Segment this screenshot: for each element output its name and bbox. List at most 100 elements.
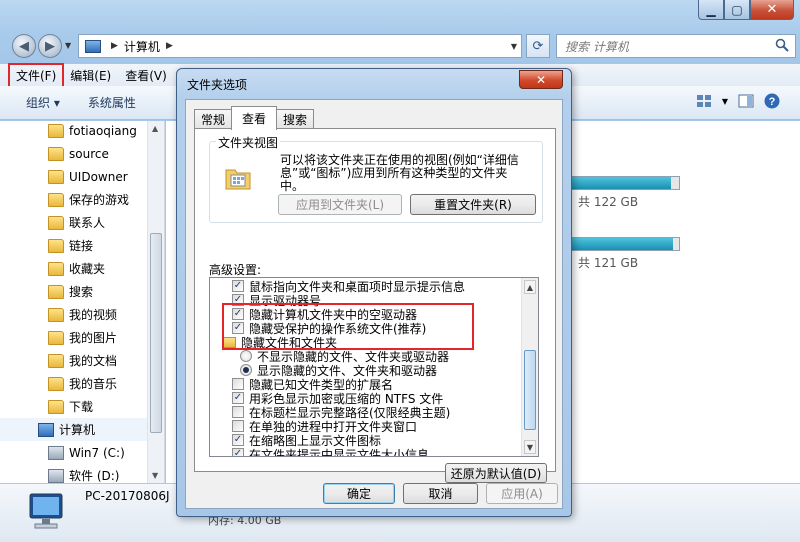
- sidebar-item-computer[interactable]: 计算机: [0, 418, 164, 441]
- ok-button[interactable]: 确定: [323, 483, 395, 504]
- checkbox[interactable]: ✓: [232, 294, 244, 306]
- checkbox[interactable]: [232, 420, 244, 432]
- computer-icon: [38, 422, 54, 437]
- sidebar-item[interactable]: fotiaoqiang: [0, 121, 164, 142]
- system-properties-button[interactable]: 系统属性: [88, 94, 136, 111]
- refresh-icon: ⟳: [532, 38, 544, 54]
- navigation-pane-scrollbar[interactable]: ▲ ▼: [147, 121, 164, 483]
- sidebar-item[interactable]: source: [0, 142, 164, 165]
- drive-d-usage-bar: [566, 237, 680, 251]
- checkbox[interactable]: ✓: [232, 280, 244, 292]
- recent-pages-dropdown[interactable]: ▼: [65, 41, 71, 50]
- drive-c-usage-bar: [566, 176, 680, 190]
- apply-button[interactable]: 应用(A): [486, 483, 558, 504]
- radio-button[interactable]: [240, 350, 252, 362]
- sidebar-item-drive-c[interactable]: Win7 (C:): [0, 441, 164, 464]
- tab-general[interactable]: 常规: [194, 109, 233, 129]
- sidebar-item-label: source: [69, 146, 109, 161]
- sidebar-item[interactable]: 搜索: [0, 280, 164, 303]
- preview-pane-icon[interactable]: [738, 93, 754, 109]
- scroll-down-icon[interactable]: ▼: [524, 440, 536, 454]
- restore-defaults-button[interactable]: 还原为默认值(D): [445, 463, 547, 483]
- sidebar-item[interactable]: 下载: [0, 395, 164, 418]
- address-location[interactable]: 计算机: [124, 38, 160, 55]
- checkbox[interactable]: ✓: [232, 322, 244, 334]
- videos-folder-icon: [48, 307, 64, 322]
- sidebar-item-label: fotiaoqiang: [69, 123, 137, 138]
- scroll-up-icon[interactable]: ▲: [524, 280, 536, 294]
- drive-c-size: 共 122 GB: [578, 195, 639, 209]
- computer-large-icon: [29, 493, 63, 529]
- folder-icon: [222, 336, 236, 348]
- checkbox[interactable]: ✓: [232, 392, 244, 404]
- maximize-button[interactable]: ▢: [724, 0, 750, 20]
- checkbox[interactable]: [232, 378, 244, 390]
- drive-d-size: 共 121 GB: [578, 256, 639, 270]
- checkbox[interactable]: [232, 406, 244, 418]
- minimize-button[interactable]: ▁: [698, 0, 724, 20]
- organize-button[interactable]: 组织 ▾: [26, 94, 60, 111]
- contacts-folder-icon: [48, 215, 64, 230]
- cancel-button[interactable]: 取消: [403, 483, 478, 504]
- sidebar-item[interactable]: 收藏夹: [0, 257, 164, 280]
- sidebar-item-label: 保存的游戏: [69, 193, 130, 207]
- search-input[interactable]: 搜索 计算机: [556, 34, 796, 58]
- sidebar-item[interactable]: 保存的游戏: [0, 188, 164, 211]
- checkbox[interactable]: ✓: [232, 448, 244, 456]
- sidebar-item[interactable]: 联系人: [0, 211, 164, 234]
- address-dropdown-icon[interactable]: ▼: [511, 42, 517, 51]
- dialog-close-button[interactable]: ✕: [519, 70, 563, 89]
- sidebar-item-label: UIDowner: [69, 169, 128, 184]
- scroll-up-icon[interactable]: ▲: [152, 124, 158, 133]
- radio-button[interactable]: [240, 364, 252, 376]
- sidebar-item[interactable]: 我的视频: [0, 303, 164, 326]
- sidebar-item-drive-d[interactable]: 软件 (D:): [0, 464, 164, 483]
- folder-views-description: 可以将该文件夹正在使用的视图(例如“详细信息”或“图标”)应用到所有这种类型的文…: [280, 153, 519, 193]
- tab-view[interactable]: 查看: [231, 106, 278, 130]
- downloads-folder-icon: [48, 399, 64, 414]
- refresh-button[interactable]: ⟳: [526, 34, 550, 58]
- sidebar-item-label: 我的视频: [69, 308, 118, 322]
- back-button[interactable]: ◀: [12, 34, 36, 58]
- menu-view[interactable]: 查看(V): [119, 65, 173, 86]
- folder-options-dialog: 文件夹选项 ✕ 常规 查看 搜索 文件夹视图 可以将该文件夹正在使用的视图(例如…: [176, 68, 572, 517]
- music-folder-icon: [48, 376, 64, 391]
- forward-button[interactable]: ▶: [38, 34, 62, 58]
- view-options-icon[interactable]: [696, 93, 712, 109]
- scrollbar-thumb[interactable]: [524, 350, 536, 430]
- address-bar[interactable]: ▶ 计算机 ▶ ▼: [78, 34, 522, 58]
- sidebar-item[interactable]: 我的文档: [0, 349, 164, 372]
- drive-icon: [48, 445, 64, 460]
- scrollbar-thumb[interactable]: [150, 233, 162, 433]
- navigation-pane: fotiaoqiang source UIDowner 保存的游戏 联系人 链接…: [0, 121, 165, 483]
- sidebar-item-label: 联系人: [69, 216, 106, 230]
- menu-file[interactable]: 文件(F): [7, 62, 65, 88]
- checkbox[interactable]: ✓: [232, 434, 244, 446]
- reset-folders-button[interactable]: 重置文件夹(R): [410, 194, 536, 215]
- sidebar-item[interactable]: 链接: [0, 234, 164, 257]
- dialog-body: 常规 查看 搜索 文件夹视图 可以将该文件夹正在使用的视图(例如“详细信息”或“…: [185, 99, 563, 509]
- breadcrumb-chevron-icon[interactable]: ▶: [166, 41, 173, 51]
- menu-edit[interactable]: 编辑(E): [64, 65, 117, 86]
- advanced-list-scrollbar[interactable]: ▲ ▼: [521, 278, 538, 456]
- tab-search[interactable]: 搜索: [276, 109, 315, 129]
- sidebar-item[interactable]: 我的音乐: [0, 372, 164, 395]
- sidebar-item[interactable]: UIDowner: [0, 165, 164, 188]
- setting-file-size-tips[interactable]: ✓ 在文件夹提示中显示文件大小信息: [232, 447, 429, 456]
- window-close-button[interactable]: ✕: [750, 0, 794, 20]
- folder-icon: [48, 169, 64, 184]
- apply-to-folders-button[interactable]: 应用到文件夹(L): [278, 194, 402, 215]
- sidebar-item[interactable]: 我的图片: [0, 326, 164, 349]
- close-icon: ✕: [535, 72, 547, 87]
- search-folder-icon: [48, 284, 64, 299]
- dialog-title: 文件夹选项: [187, 78, 248, 92]
- view-dropdown-icon[interactable]: ▼: [722, 97, 728, 106]
- scroll-down-icon[interactable]: ▼: [152, 471, 158, 480]
- help-icon[interactable]: ?: [764, 93, 780, 109]
- pictures-folder-icon: [48, 330, 64, 345]
- advanced-settings-list: ✓ 鼠标指向文件夹和桌面项时显示提示信息 ✓ 显示驱动器号 ✓ 隐藏计算机文件夹中的空…: [209, 277, 539, 457]
- search-icon[interactable]: [775, 38, 789, 52]
- breadcrumb-chevron-icon[interactable]: ▶: [111, 41, 118, 51]
- checkbox[interactable]: ✓: [232, 308, 244, 320]
- drive-usage-fill: [567, 177, 672, 189]
